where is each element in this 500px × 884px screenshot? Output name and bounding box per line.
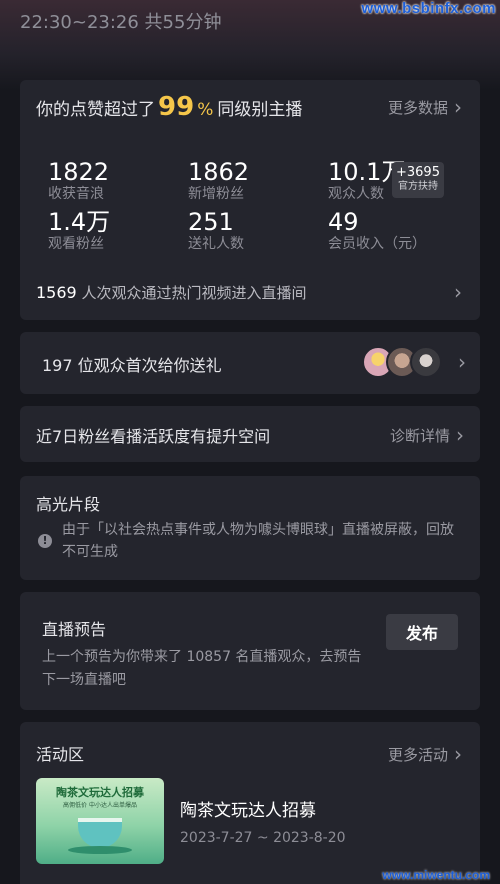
watermark-bottom: www.miwentu.com bbox=[382, 868, 490, 882]
ranking-percent: 99 bbox=[158, 92, 195, 122]
thumbnail-title: 陶茶文玩达人招募 bbox=[56, 786, 144, 799]
first-gift-card[interactable]: 197 位观众首次给你送礼 › bbox=[20, 332, 480, 394]
stat-label: 收获音浪 bbox=[48, 186, 104, 202]
more-events-link[interactable]: 更多活动 › bbox=[388, 742, 462, 766]
event-date-range: 2023-7-27 ~ 2023-8-20 bbox=[180, 830, 346, 846]
fan-activity-card[interactable]: 近7日粉丝看播活跃度有提升空间 诊断详情 › bbox=[20, 406, 480, 462]
gifter-avatars bbox=[362, 346, 442, 378]
more-data-link[interactable]: 更多数据 › bbox=[388, 95, 462, 119]
summary-card: 你的点赞超过了 99 % 同级别主播 更多数据 › 1822 收获音浪 1862… bbox=[20, 80, 480, 320]
watermark-top: www.bsbinfx.com bbox=[361, 0, 496, 17]
events-card: 活动区 更多活动 › 陶茶文玩达人招募 高佣低价 中小达人出单爆品 陶茶文玩达人… bbox=[20, 722, 480, 884]
stat-gift-givers: 251 送礼人数 bbox=[188, 208, 244, 252]
stat-value: 49 bbox=[328, 208, 359, 236]
stat-value: 1822 bbox=[48, 158, 110, 186]
diagnosis-detail-label: 诊断详情 bbox=[389, 426, 450, 445]
stat-label: 会员收入（元） bbox=[328, 236, 426, 252]
avatar bbox=[410, 346, 442, 378]
badge-label: 官方扶持 bbox=[398, 181, 438, 192]
event-name[interactable]: 陶茶文玩达人招募 bbox=[180, 796, 316, 821]
more-events-label: 更多活动 bbox=[387, 745, 448, 764]
first-gift-text: 197 位观众首次给你送礼 bbox=[42, 356, 222, 375]
stat-value: 1862 bbox=[188, 158, 250, 186]
hot-video-text: 人次观众通过热门视频进入直播间 bbox=[81, 284, 307, 302]
badge-value: +3695 bbox=[396, 165, 440, 180]
more-data-label: 更多数据 bbox=[387, 98, 448, 117]
publish-button[interactable]: 发布 bbox=[386, 614, 458, 650]
warning-icon: ! bbox=[38, 534, 52, 548]
ranking-percent-sign: % bbox=[197, 100, 214, 120]
chevron-right-icon: › bbox=[454, 742, 462, 766]
diagnosis-detail-link[interactable]: 诊断详情 › bbox=[390, 423, 464, 447]
chevron-right-icon: › bbox=[456, 423, 464, 447]
stat-new-fans: 1862 新增粉丝 bbox=[188, 158, 249, 202]
preview-text: 上一个预告为你带来了 10857 名直播观众，去预告下一场直播吧 bbox=[42, 649, 362, 688]
highlights-card: 高光片段 ! 由于「以社会热点事件或人物为噱头博眼球」直播被屏蔽，回放不可生成 bbox=[20, 476, 480, 580]
stat-value: 1.4万 bbox=[48, 208, 111, 236]
preview-title: 直播预告 bbox=[42, 620, 107, 639]
stat-sound-waves: 1822 收获音浪 bbox=[48, 158, 109, 202]
stat-member-income: 49 会员收入（元） bbox=[328, 208, 426, 252]
tea-cup-icon bbox=[78, 818, 122, 848]
saucer-icon bbox=[68, 846, 132, 854]
stat-label: 新增粉丝 bbox=[188, 186, 244, 202]
like-ranking: 你的点赞超过了 99 % 同级别主播 bbox=[36, 92, 302, 122]
events-title: 活动区 bbox=[36, 745, 85, 764]
fan-activity-text: 近7日粉丝看播活跃度有提升空间 bbox=[36, 427, 271, 446]
highlights-message: 由于「以社会热点事件或人物为噱头博眼球」直播被屏蔽，回放不可生成 bbox=[62, 522, 454, 560]
hot-video-entry[interactable]: 1569 人次观众通过热门视频进入直播间 bbox=[36, 282, 307, 303]
highlights-title: 高光片段 bbox=[36, 495, 101, 514]
live-time-range: 22:30~23:26 共55分钟 bbox=[20, 12, 222, 33]
hot-video-count: 1569 bbox=[36, 283, 77, 302]
live-preview-card: 直播预告 上一个预告为你带来了 10857 名直播观众，去预告下一场直播吧 发布 bbox=[20, 592, 480, 710]
thumbnail-subtitle: 高佣低价 中小达人出单爆品 bbox=[63, 802, 137, 809]
stat-value: 251 bbox=[188, 208, 234, 236]
event-thumbnail[interactable]: 陶茶文玩达人招募 高佣低价 中小达人出单爆品 bbox=[36, 778, 164, 864]
chevron-right-icon: › bbox=[454, 95, 462, 119]
ranking-suffix: 同级别主播 bbox=[217, 100, 303, 120]
official-support-badge: +3695 官方扶持 bbox=[392, 162, 444, 198]
stat-watching-fans: 1.4万 观看粉丝 bbox=[48, 208, 110, 252]
ranking-prefix: 你的点赞超过了 bbox=[36, 100, 155, 120]
chevron-right-icon: › bbox=[458, 350, 466, 374]
chevron-right-icon[interactable]: › bbox=[454, 280, 462, 304]
stat-label: 送礼人数 bbox=[188, 236, 244, 252]
stat-label: 观看粉丝 bbox=[48, 236, 104, 252]
